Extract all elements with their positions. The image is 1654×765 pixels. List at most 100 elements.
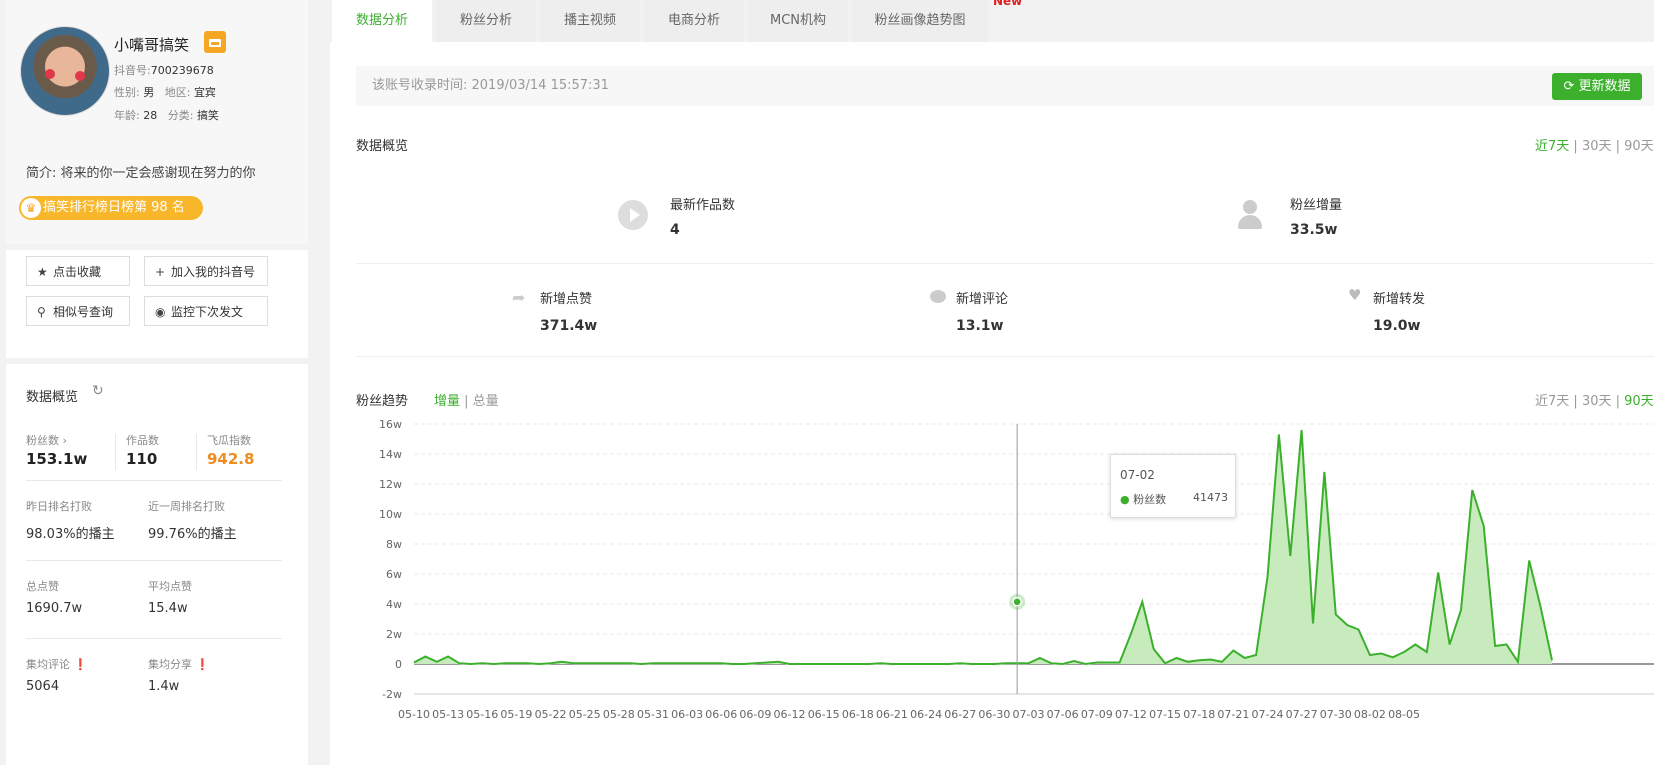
divider [26, 560, 282, 561]
y-axis: -2w 0 2w 4w 6w 8w 10w 12w 14w 16w [379, 418, 402, 701]
avg-shares-label: 集均分享 ❗ [148, 658, 210, 671]
y-tick-label: 8w [386, 538, 402, 551]
info-icon[interactable]: ❗ [74, 658, 88, 671]
info-icon[interactable]: ❗ [196, 658, 210, 671]
y-tick-label: 12w [379, 478, 402, 491]
plus-icon: + [155, 265, 166, 279]
crown-icon: ♛ [21, 198, 41, 218]
monitor-button[interactable]: ◉ 监控下次发文 [144, 296, 268, 326]
age-category: 年龄: 28 分类: 搞笑 [114, 109, 219, 122]
y-tick-label: 6w [386, 568, 402, 581]
x-tick-label: 05-25 [569, 708, 601, 721]
week-rank-value: 99.76%的播主 [148, 527, 237, 542]
x-tick-label: 07-27 [1286, 708, 1318, 721]
x-tick-label: 05-28 [603, 708, 635, 721]
avg-likes-label: 平均点赞 [148, 580, 192, 593]
week-rank-label: 近一周排名打败 [148, 500, 225, 513]
rank-badge[interactable]: ♛ 搞笑排行榜日榜第 98 名 [19, 196, 203, 220]
add-mine-button[interactable]: + 加入我的抖音号 [144, 256, 268, 286]
tooltip-date: 07-02 [1120, 468, 1155, 482]
gender-region: 性别: 男 地区: 宜宾 [114, 86, 216, 99]
feigua-label: 飞瓜指数 [207, 434, 251, 447]
profile-card: 小嘴哥搞笑 抖音号:700239678 性别: 男 地区: 宜宾 年龄: 28 … [6, 0, 308, 244]
favorite-button[interactable]: ★ 点击收藏 [26, 256, 130, 286]
x-tick-label: 07-15 [1149, 708, 1181, 721]
fans-value: 153.1w [26, 450, 88, 468]
x-tick-label: 06-03 [671, 708, 703, 721]
profile-sidebar: 小嘴哥搞笑 抖音号:700239678 性别: 男 地区: 宜宾 年龄: 28 … [0, 0, 308, 765]
fans-area [414, 430, 1552, 664]
similar-search-button[interactable]: ⚲ 相似号查询 [26, 296, 130, 326]
avatar [20, 26, 110, 116]
x-tick-label: 07-30 [1320, 708, 1352, 721]
action-card: ★ 点击收藏 + 加入我的抖音号 ⚲ 相似号查询 ◉ 监控下次发文 [6, 250, 308, 358]
star-icon: ★ [37, 265, 48, 279]
y-tick-label: -2w [382, 688, 402, 701]
x-tick-label: 06-09 [739, 708, 771, 721]
avg-likes-value: 15.4w [148, 601, 188, 616]
x-tick-label: 08-02 [1354, 708, 1386, 721]
x-tick-label: 07-09 [1081, 708, 1113, 721]
eye-icon: ◉ [155, 305, 166, 319]
works-value: 110 [126, 450, 158, 468]
x-tick-label: 05-19 [500, 708, 532, 721]
x-tick-label: 06-06 [705, 708, 737, 721]
account-name: 小嘴哥搞笑 [114, 36, 190, 54]
douyin-id: 抖音号:700239678 [114, 64, 214, 77]
x-tick-label: 06-18 [842, 708, 874, 721]
x-tick-label: 05-31 [637, 708, 669, 721]
avg-comments-label: 集均评论 ❗ [26, 658, 88, 671]
x-tick-label: 06-30 [978, 708, 1010, 721]
search-icon: ⚲ [37, 305, 46, 319]
total-likes-label: 总点赞 [26, 580, 59, 593]
x-tick-label: 06-12 [774, 708, 806, 721]
feigua-value: 942.8 [207, 450, 255, 468]
x-tick-label: 06-21 [876, 708, 908, 721]
fans-line [413, 429, 1553, 666]
x-tick-label: 07-21 [1217, 708, 1249, 721]
works-label: 作品数 [126, 434, 159, 447]
chevron-right-icon: › [62, 434, 67, 447]
x-tick-label: 07-06 [1047, 708, 1079, 721]
x-tick-label: 06-15 [808, 708, 840, 721]
highlight-point [1012, 597, 1022, 607]
x-tick-label: 08-05 [1388, 708, 1420, 721]
divider [26, 480, 282, 481]
y-tick-label: 2w [386, 628, 402, 641]
x-tick-label: 05-13 [432, 708, 464, 721]
series-dot-icon: ● [1120, 493, 1130, 506]
x-tick-label: 07-24 [1252, 708, 1284, 721]
x-tick-label: 05-10 [398, 708, 430, 721]
refresh-icon[interactable]: ↻ [92, 383, 104, 399]
avg-comments-value: 5064 [26, 679, 60, 694]
x-tick-label: 05-22 [535, 708, 567, 721]
chart-tooltip: 07-02 ● 粉丝数 41473 [1110, 454, 1236, 518]
y-tick-label: 16w [379, 418, 402, 431]
x-tick-label: 06-27 [944, 708, 976, 721]
total-likes-value: 1690.7w [26, 601, 83, 616]
main-panel: 数据分析 粉丝分析 播主视频 电商分析 MCN机构 粉丝画像趋势图 New 该账… [330, 0, 1654, 765]
divider [115, 434, 116, 470]
stats-card: 数据概览 ↻ 粉丝数 › 153.1w 作品数 110 飞瓜指数 942.8 昨… [6, 364, 308, 765]
yesterday-rank-value: 98.03%的播主 [26, 527, 115, 542]
tooltip-series: ● 粉丝数 [1120, 493, 1167, 506]
fans-label[interactable]: 粉丝数 › [26, 432, 67, 448]
tooltip-value: 41473 [1193, 491, 1228, 504]
divider [26, 638, 282, 639]
y-tick-label: 10w [379, 508, 402, 521]
fans-trend-chart[interactable]: -2w 0 2w 4w 6w 8w 10w 12w 14w 16w 05-10 05-13 05-16… [330, 0, 1654, 765]
y-tick-label: 0 [395, 658, 402, 671]
profile-intro: 简介: 将来的你一定会感谢现在努力的你 [26, 166, 256, 181]
y-tick-label: 14w [379, 448, 402, 461]
x-tick-label: 07-12 [1115, 708, 1147, 721]
shop-icon[interactable] [204, 31, 226, 53]
y-tick-label: 4w [386, 598, 402, 611]
divider [196, 434, 197, 470]
x-axis: 05-10 05-13 05-16 05-19 05-22 05-25 05-28 05-31… [398, 708, 1420, 721]
x-tick-label: 05-16 [466, 708, 498, 721]
avg-shares-value: 1.4w [148, 679, 180, 694]
x-tick-label: 06-24 [910, 708, 942, 721]
x-tick-label: 07-03 [1013, 708, 1045, 721]
overview-title: 数据概览 [26, 390, 79, 405]
yesterday-rank-label: 昨日排名打败 [26, 500, 92, 513]
